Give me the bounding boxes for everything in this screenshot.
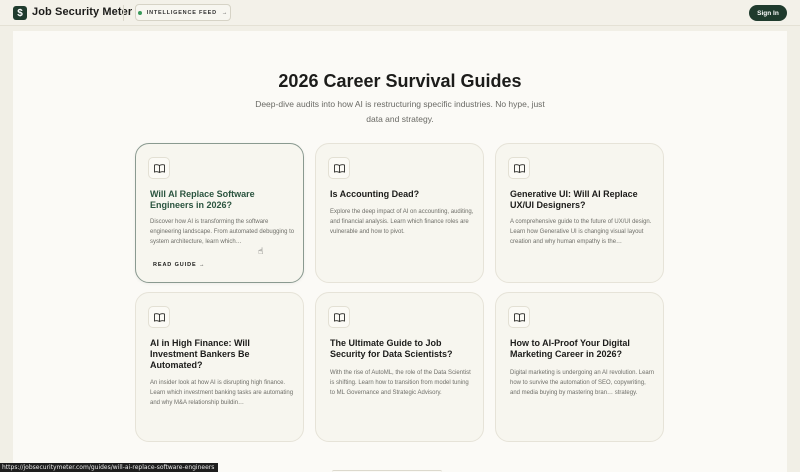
guide-card-data-scientists[interactable]: The Ultimate Guide to Job Security for D… bbox=[315, 292, 484, 442]
read-guide-label: READ GUIDE bbox=[153, 262, 197, 268]
brand-name[interactable]: Job Security Meter bbox=[32, 6, 132, 18]
card-description: Discover how AI is transforming the soft… bbox=[150, 219, 295, 245]
card-title[interactable]: Is Accounting Dead? bbox=[330, 189, 475, 200]
guide-card-ux-ui-designers[interactable]: Generative UI: Will AI Replace UX/UI Des… bbox=[495, 143, 664, 283]
book-icon bbox=[328, 157, 350, 179]
dollar-logo-icon[interactable]: $ bbox=[13, 6, 27, 20]
top-nav-bar: $ Job Security Meter INTELLIGENCE FEED →… bbox=[0, 0, 800, 26]
book-icon bbox=[148, 157, 170, 179]
card-title[interactable]: How to AI-Proof Your Digital Marketing C… bbox=[510, 338, 655, 360]
card-title[interactable]: AI in High Finance: Will Investment Bank… bbox=[150, 338, 295, 371]
nav-divider bbox=[123, 5, 124, 21]
hand-pointer-icon: ☝ bbox=[258, 246, 264, 256]
intelligence-feed-label: INTELLIGENCE FEED bbox=[146, 9, 217, 16]
sign-in-button[interactable]: Sign In bbox=[749, 5, 787, 21]
card-title[interactable]: Will AI Replace Software Engineers in 20… bbox=[150, 189, 295, 211]
guide-card-digital-marketing[interactable]: How to AI-Proof Your Digital Marketing C… bbox=[495, 292, 664, 442]
guide-card-accounting[interactable]: Is Accounting Dead? Explore the deep imp… bbox=[315, 143, 484, 283]
status-bar-url: https://jobsecuritymeter.com/guides/will… bbox=[0, 463, 218, 472]
card-description: Digital marketing is undergoing an AI re… bbox=[510, 370, 655, 396]
book-icon bbox=[328, 306, 350, 328]
page-subtitle: Deep-dive audits into how AI is restruct… bbox=[255, 99, 545, 124]
book-icon bbox=[508, 157, 530, 179]
card-title[interactable]: The Ultimate Guide to Job Security for D… bbox=[330, 338, 475, 360]
card-description: A comprehensive guide to the future of U… bbox=[510, 219, 652, 245]
arrow-right-icon: → bbox=[198, 262, 206, 268]
book-icon bbox=[148, 306, 170, 328]
guide-card-investment-bankers[interactable]: AI in High Finance: Will Investment Bank… bbox=[135, 292, 304, 442]
card-description: With the rise of AutoML, the role of the… bbox=[330, 370, 471, 396]
card-description: Explore the deep impact of AI on account… bbox=[330, 209, 474, 235]
book-icon bbox=[508, 306, 530, 328]
card-description: An insider look at how AI is disrupting … bbox=[150, 380, 294, 406]
guide-card-software-engineers[interactable]: Will AI Replace Software Engineers in 20… bbox=[135, 143, 304, 283]
intelligence-feed-button[interactable]: INTELLIGENCE FEED → bbox=[135, 4, 231, 21]
page-title: 2026 Career Survival Guides bbox=[278, 71, 522, 91]
live-dot-icon bbox=[137, 10, 142, 15]
card-title[interactable]: Generative UI: Will AI Replace UX/UI Des… bbox=[510, 189, 655, 211]
arrow-right-icon: → bbox=[221, 9, 229, 16]
main-content: 2026 Career Survival Guides Deep-dive au… bbox=[13, 31, 787, 472]
read-guide-link[interactable]: READ GUIDE → bbox=[153, 262, 205, 268]
